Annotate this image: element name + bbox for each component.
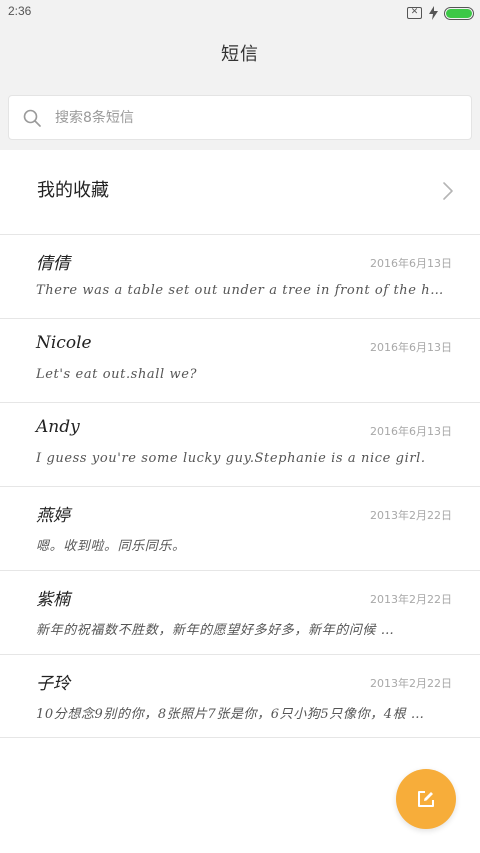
conversation-row[interactable]: Andy 2016年6月13日 I guess you're some luck…	[0, 402, 480, 486]
contact-name: Nicole	[36, 333, 92, 353]
contact-name: 倩倩	[36, 254, 70, 274]
header-area: 2:36 ✕ 短信 搜索8条短信	[0, 0, 480, 150]
contact-name: 子玲	[36, 674, 70, 694]
message-preview: 10分想念9别的你，8张照片7张是你，6只小狗5只像你，4根 …	[36, 707, 425, 722]
contact-name: Andy	[36, 417, 80, 437]
message-preview: 嗯。收到啦。同乐同乐。	[36, 539, 186, 554]
chevron-right-icon	[442, 181, 454, 201]
status-time: 2:36	[8, 4, 32, 18]
conversation-row[interactable]: 燕婷 2013年2月22日 嗯。收到啦。同乐同乐。	[0, 486, 480, 570]
charging-bolt-icon	[428, 6, 438, 20]
conversation-row[interactable]: 子玲 2013年2月22日 10分想念9别的你，8张照片7张是你，6只小狗5只像…	[0, 654, 480, 738]
message-list: 倩倩 2016年6月13日 There was a table set out …	[0, 234, 480, 738]
battery-fill	[446, 8, 472, 18]
favorites-label: 我的收藏	[37, 180, 109, 201]
status-bar: 2:36 ✕	[0, 0, 480, 24]
message-date: 2016年6月13日	[370, 425, 452, 438]
message-date: 2016年6月13日	[370, 257, 452, 270]
compose-message-button[interactable]	[396, 769, 456, 829]
no-sim-icon: ✕	[407, 7, 422, 19]
message-date: 2013年2月22日	[370, 509, 452, 522]
message-date: 2013年2月22日	[370, 677, 452, 690]
message-date: 2013年2月22日	[370, 593, 452, 606]
contact-name: 紫楠	[36, 590, 70, 610]
message-preview: 新年的祝福数不胜数，新年的愿望好多好多，新年的问候 …	[36, 623, 395, 638]
message-date: 2016年6月13日	[370, 341, 452, 354]
message-preview: Let's eat out.shall we?	[36, 367, 198, 382]
search-placeholder: 搜索8条短信	[55, 110, 134, 126]
message-preview: I guess you're some lucky guy.Stephanie …	[36, 451, 426, 466]
compose-icon	[417, 790, 435, 808]
message-preview: There was a table set out under a tree i…	[36, 283, 450, 298]
battery-icon	[444, 6, 474, 20]
conversation-row[interactable]: 倩倩 2016年6月13日 There was a table set out …	[0, 234, 480, 318]
favorites-row[interactable]: 我的收藏	[0, 150, 480, 234]
page-title: 短信	[221, 44, 259, 65]
conversation-row[interactable]: Nicole 2016年6月13日 Let's eat out.shall we…	[0, 318, 480, 402]
search-icon	[23, 109, 41, 127]
search-input[interactable]: 搜索8条短信	[8, 95, 472, 140]
conversation-row[interactable]: 紫楠 2013年2月22日 新年的祝福数不胜数，新年的愿望好多好多，新年的问候 …	[0, 570, 480, 654]
contact-name: 燕婷	[36, 506, 70, 526]
status-icons: ✕	[407, 4, 474, 22]
